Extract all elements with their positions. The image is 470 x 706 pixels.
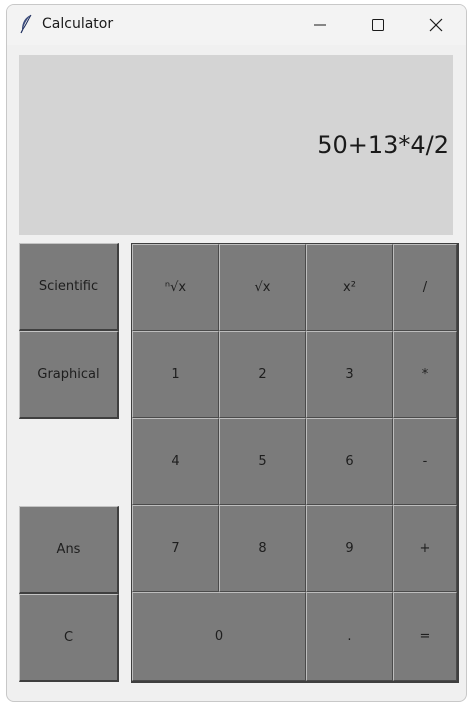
expression-text: 50+13*4/2	[317, 131, 449, 159]
scientific-button[interactable]: Scientific	[19, 243, 119, 331]
clear-button[interactable]: C	[19, 594, 119, 682]
digit-5-button[interactable]: 5	[219, 418, 306, 505]
digit-8-button[interactable]: 8	[219, 505, 306, 592]
digit-2-button[interactable]: 2	[219, 331, 306, 418]
sqrt-button[interactable]: √x	[219, 244, 306, 331]
digit-3-button[interactable]: 3	[306, 331, 393, 418]
digit-6-button[interactable]: 6	[306, 418, 393, 505]
calculator-display: 50+13*4/2	[19, 55, 453, 235]
maximize-icon	[372, 19, 384, 31]
close-icon	[429, 18, 443, 32]
minimize-icon	[314, 24, 326, 26]
plus-button[interactable]: +	[393, 505, 457, 592]
nth-root-button[interactable]: ⁿ√x	[132, 244, 219, 331]
ans-button[interactable]: Ans	[19, 506, 119, 594]
digit-0-button[interactable]: 0	[132, 592, 306, 681]
title-bar: Calculator	[7, 5, 466, 45]
minus-button[interactable]: -	[393, 418, 457, 505]
square-button[interactable]: x²	[306, 244, 393, 331]
divide-button[interactable]: /	[393, 244, 457, 331]
digit-9-button[interactable]: 9	[306, 505, 393, 592]
digit-1-button[interactable]: 1	[132, 331, 219, 418]
equals-button[interactable]: =	[393, 592, 457, 681]
calculator-window: Calculator 50+13*4/2 Scientific Graphica…	[6, 4, 467, 702]
multiply-button[interactable]: *	[393, 331, 457, 418]
keypad: ⁿ√x √x x² / 1 2 3 * 4 5 6 - 7 8 9 + 0 . …	[131, 243, 459, 683]
maximize-button[interactable]	[349, 5, 407, 45]
close-button[interactable]	[407, 5, 465, 45]
decimal-point-button[interactable]: .	[306, 592, 393, 681]
feather-icon	[19, 14, 33, 34]
digit-4-button[interactable]: 4	[132, 418, 219, 505]
window-title: Calculator	[42, 16, 114, 32]
graphical-button[interactable]: Graphical	[19, 331, 119, 419]
minimize-button[interactable]	[291, 5, 349, 45]
digit-7-button[interactable]: 7	[132, 505, 219, 592]
